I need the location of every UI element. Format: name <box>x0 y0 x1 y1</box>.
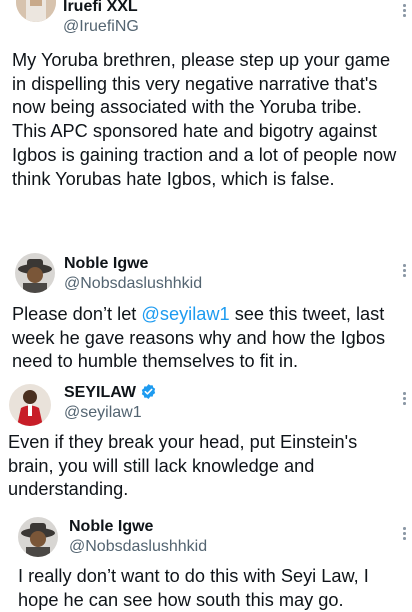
author-name[interactable]: Noble Igwe <box>69 517 153 537</box>
tweet-text: I really don’t want to do this with Seyi… <box>18 566 369 610</box>
more-options-icon[interactable] <box>403 392 407 407</box>
verified-badge-icon <box>141 384 156 399</box>
author-name[interactable]: SEYILAW <box>64 383 157 403</box>
avatar[interactable] <box>15 253 55 293</box>
tweet-text-start: Please don’t let <box>12 304 142 324</box>
author-handle[interactable]: @IruefiNG <box>63 17 139 37</box>
avatar[interactable] <box>16 0 56 22</box>
tweet-text: Even if they break your head, put Einste… <box>8 432 358 500</box>
author-name[interactable]: Iruefi XXL <box>63 0 138 17</box>
author-handle[interactable]: @Nobsdaslushhkid <box>64 274 202 294</box>
avatar[interactable] <box>9 384 51 426</box>
author-name[interactable]: Noble Igwe <box>64 254 148 274</box>
avatar[interactable] <box>18 517 58 557</box>
author-handle[interactable]: @Nobsdaslushhkid <box>69 537 207 557</box>
author-name-text[interactable]: SEYILAW <box>64 384 136 401</box>
more-options-icon[interactable] <box>403 527 407 542</box>
more-options-icon[interactable] <box>403 264 407 279</box>
tweet-text: My Yoruba brethren, please step up your … <box>12 50 397 189</box>
more-options-icon[interactable] <box>403 4 407 19</box>
author-handle[interactable]: @seyilaw1 <box>64 403 142 423</box>
mention-link[interactable]: @seyilaw1 <box>141 304 229 324</box>
tweet-text: Please don’t let @seyilaw1 see this twee… <box>12 303 404 374</box>
